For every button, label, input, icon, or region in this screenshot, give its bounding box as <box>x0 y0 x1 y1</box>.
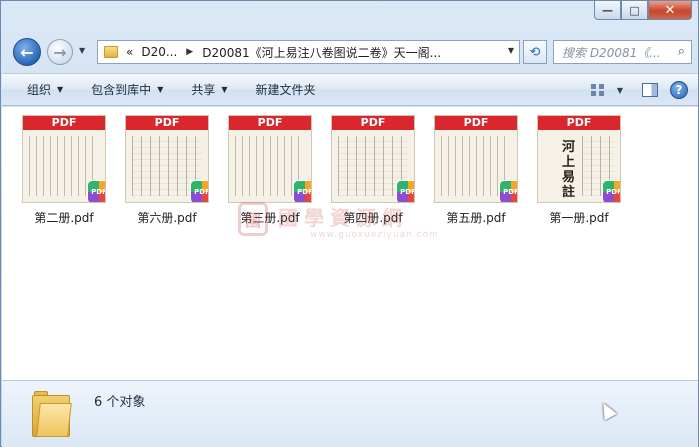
preview-pane-button[interactable] <box>640 80 660 100</box>
file-item[interactable]: PDF PDF 第二册.pdf <box>16 113 112 241</box>
pdf-thumbnail: PDF PDF <box>228 115 312 203</box>
new-folder-button[interactable]: 新建文件夹 <box>242 74 330 105</box>
chevron-down-icon: ▼ <box>57 85 64 94</box>
forward-button[interactable]: → <box>47 39 73 65</box>
file-item[interactable]: PDF PDF 第六册.pdf <box>119 113 215 241</box>
organize-menu[interactable]: 组织 ▼ <box>2 74 77 105</box>
pdf-thumbnail: PDF PDF <box>331 115 415 203</box>
cover-title: 河上易註 <box>562 140 576 200</box>
file-name: 第四册.pdf <box>343 211 403 225</box>
breadcrumb-separator-icon[interactable]: ▶ <box>186 47 193 57</box>
folder-icon <box>32 391 72 437</box>
caption-buttons: — □ ✕ <box>594 1 692 20</box>
share-label: 共享 <box>191 83 216 97</box>
pdf-thumbnail: PDF PDF <box>434 115 518 203</box>
pdf-app-icon: PDF <box>293 180 311 202</box>
organize-label: 组织 <box>27 83 52 97</box>
navigation-bar: ← → ▼ « D20... ▶ D20081《河上易注八卷图说二卷》天一阁..… <box>1 35 699 67</box>
pdf-thumbnail: PDF 河上易註 PDF <box>537 115 621 203</box>
pdf-banner: PDF <box>126 116 208 130</box>
pdf-thumbnail: PDF PDF <box>22 115 106 203</box>
pdf-banner: PDF <box>538 116 620 130</box>
pdf-app-icon: PDF <box>396 180 414 202</box>
chevron-down-icon: ▼ <box>221 85 228 94</box>
toolbar-right: ▼ ? <box>578 80 688 100</box>
search-icon[interactable]: ⌕ <box>678 44 685 59</box>
recent-pages-dropdown[interactable]: ▼ <box>79 46 85 55</box>
details-pane: 6 个对象 <box>2 380 698 447</box>
pdf-banner: PDF <box>332 116 414 130</box>
pdf-banner: PDF <box>23 116 105 130</box>
minimize-button[interactable]: — <box>594 1 621 20</box>
maximize-button[interactable]: □ <box>621 1 648 20</box>
pdf-thumbnail: PDF PDF <box>125 115 209 203</box>
explorer-window: — □ ✕ ← → ▼ « D20... ▶ D20081《河上易注八卷图说二卷… <box>0 0 699 447</box>
file-name: 第三册.pdf <box>240 211 300 225</box>
file-item[interactable]: PDF PDF 第四册.pdf <box>325 113 421 241</box>
file-list-area[interactable]: PDF PDF 第二册.pdf PDF PDF 第六册.pdf PDF PDF 第三册.pdf P… <box>2 107 698 380</box>
file-name: 第五册.pdf <box>446 211 506 225</box>
address-dropdown-icon[interactable]: ▼ <box>508 46 514 55</box>
item-count: 6 个对象 <box>94 395 146 410</box>
chevron-down-icon: ▼ <box>157 85 164 94</box>
pdf-banner: PDF <box>229 116 311 130</box>
preview-pane-icon <box>642 83 658 97</box>
file-item[interactable]: PDF 河上易註 PDF 第一册.pdf <box>531 113 627 241</box>
include-in-library-label: 包含到库中 <box>91 83 152 97</box>
close-button[interactable]: ✕ <box>648 1 692 20</box>
breadcrumb-item[interactable]: D20... <box>141 45 177 59</box>
view-dropdown-icon[interactable]: ▼ <box>610 80 630 100</box>
pdf-app-icon: PDF <box>87 180 105 202</box>
help-icon[interactable]: ? <box>670 81 688 99</box>
pdf-app-icon: PDF <box>499 180 517 202</box>
folder-icon <box>104 46 118 58</box>
file-item[interactable]: PDF PDF 第三册.pdf <box>222 113 318 241</box>
pdf-app-icon: PDF <box>602 180 620 202</box>
search-placeholder: 搜索 D20081《... <box>562 45 661 60</box>
breadcrumb-current[interactable]: D20081《河上易注八卷图说二卷》天一阁... <box>202 44 441 61</box>
file-name: 第一册.pdf <box>549 211 609 225</box>
search-input[interactable]: 搜索 D20081《... ⌕ <box>553 40 692 64</box>
include-in-library-menu[interactable]: 包含到库中 ▼ <box>77 74 177 105</box>
view-icon <box>591 84 605 96</box>
share-menu[interactable]: 共享 ▼ <box>177 74 241 105</box>
pdf-app-icon: PDF <box>190 180 208 202</box>
breadcrumb-overflow[interactable]: « <box>126 45 133 59</box>
refresh-button[interactable]: ⟲ <box>523 40 547 64</box>
pdf-banner: PDF <box>435 116 517 130</box>
file-name: 第六册.pdf <box>137 211 197 225</box>
back-button[interactable]: ← <box>13 38 41 66</box>
file-name: 第二册.pdf <box>34 211 94 225</box>
new-folder-label: 新建文件夹 <box>255 83 316 97</box>
change-view-button[interactable] <box>588 80 608 100</box>
command-toolbar: 组织 ▼ 包含到库中 ▼ 共享 ▼ 新建文件夹 ▼ ? <box>2 73 698 106</box>
address-bar[interactable]: « D20... ▶ D20081《河上易注八卷图说二卷》天一阁... ▼ <box>97 40 520 64</box>
file-item[interactable]: PDF PDF 第五册.pdf <box>428 113 524 241</box>
